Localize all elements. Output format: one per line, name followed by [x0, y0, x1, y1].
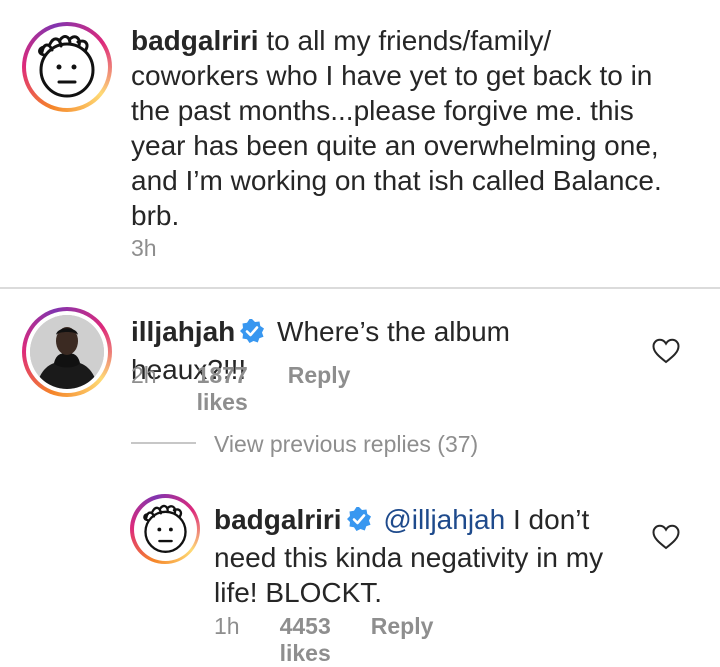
comment-meta: 1h 4453 likes Reply: [214, 613, 433, 667]
comment-time: 2h: [131, 362, 157, 388]
comment-text: badgalriri to all my friends/family/ cow…: [131, 23, 671, 233]
avatar[interactable]: [130, 494, 200, 564]
comment-time: 3h: [131, 235, 157, 261]
reply-button[interactable]: Reply: [288, 362, 351, 389]
person-photo-icon: [30, 315, 104, 389]
comment-meta: 3h: [131, 235, 157, 262]
verified-badge-icon: [346, 505, 372, 540]
comment-time: 1h: [214, 613, 240, 639]
heart-icon[interactable]: [651, 523, 681, 551]
likes-count[interactable]: 1877 likes: [197, 362, 248, 416]
verified-badge-icon: [239, 317, 265, 352]
mention-link[interactable]: @illjahjah: [383, 504, 505, 535]
doodle-face-avatar-icon: [38, 35, 95, 98]
comment-username[interactable]: badgalriri: [131, 25, 259, 56]
likes-count[interactable]: 4453 likes: [280, 613, 331, 667]
doodle-face-avatar-icon: [142, 504, 187, 553]
comment-username[interactable]: badgalriri: [214, 504, 342, 535]
heart-icon[interactable]: [651, 337, 681, 365]
comment-meta: 2h 1877 likes Reply: [131, 362, 350, 416]
view-previous-replies-button[interactable]: View previous replies (37): [214, 431, 478, 458]
reply-button[interactable]: Reply: [371, 613, 434, 640]
separator: [0, 287, 720, 289]
comment-username[interactable]: illjahjah: [131, 316, 235, 347]
avatar[interactable]: [22, 22, 112, 112]
comment-text: badgalriri @illjahjah I don’t need this …: [214, 502, 634, 610]
avatar[interactable]: [22, 307, 112, 397]
replies-divider: [131, 442, 196, 444]
